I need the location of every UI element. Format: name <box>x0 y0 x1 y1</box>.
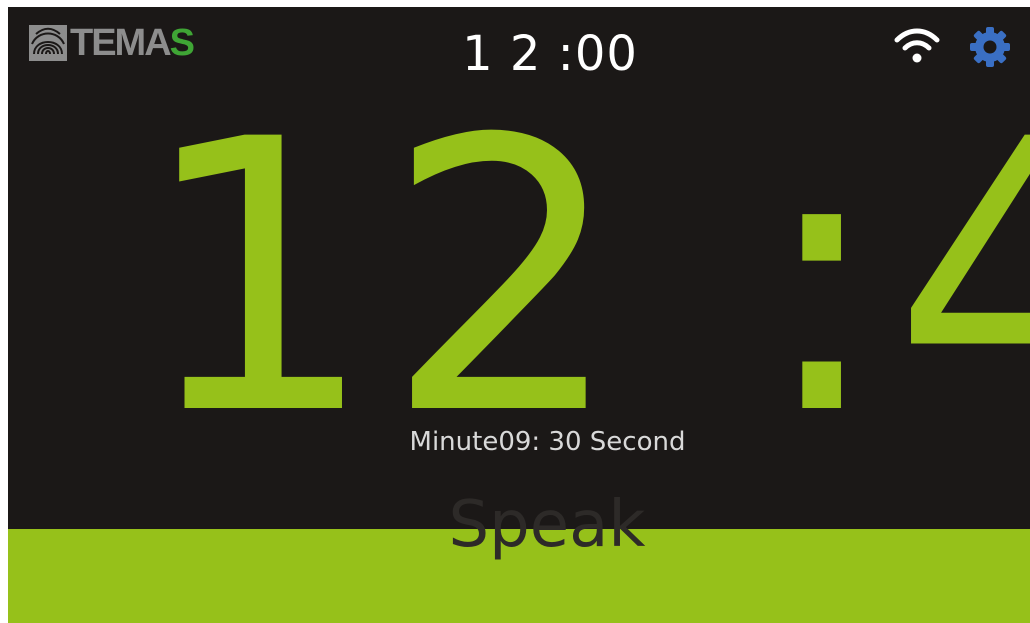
device-screen: TEMAS 1 2 :00 12 :4 Minute09: 30 Second … <box>8 7 1030 623</box>
main-clock: 12 :4 <box>138 61 1030 497</box>
speak-button[interactable]: Speak <box>8 485 1030 565</box>
countdown-timer: Minute09: 30 Second <box>409 427 686 457</box>
